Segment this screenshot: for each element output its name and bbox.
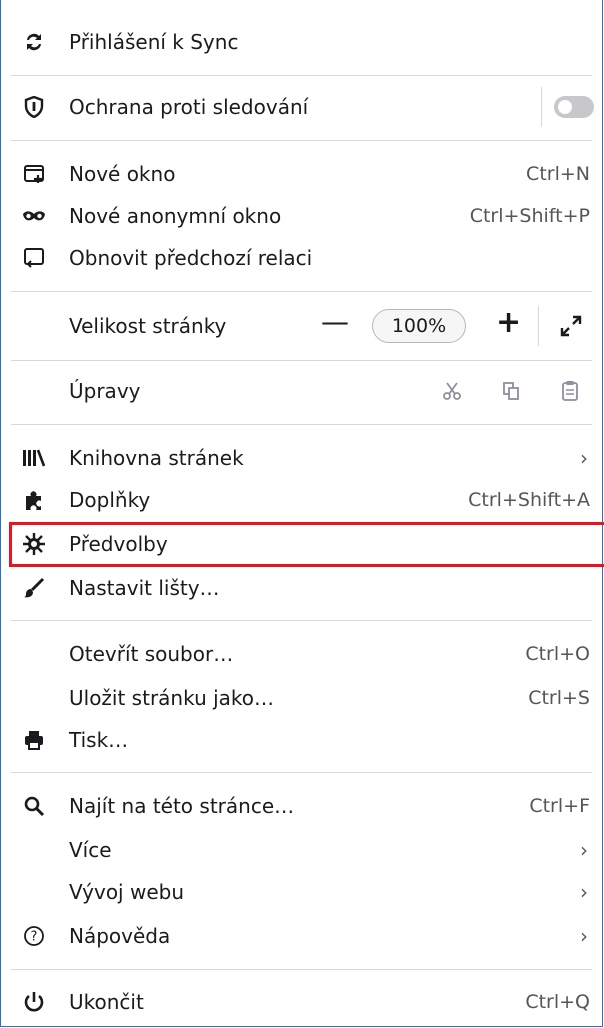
menu-item-customize[interactable]: Nastavit lišty… <box>1 566 602 610</box>
menu-item-private-window[interactable]: Nové anonymní okno Ctrl+Shift+P <box>1 194 602 238</box>
sync-icon <box>21 29 47 55</box>
power-icon <box>21 989 47 1015</box>
separator <box>11 140 592 141</box>
separator <box>11 360 592 361</box>
shortcut-text: Ctrl+Shift+P <box>469 205 590 227</box>
menu-label: Ochrana proti sledování <box>69 95 309 119</box>
shortcut-text: Ctrl+Shift+A <box>468 489 590 511</box>
menu-item-new-window[interactable]: Nové okno Ctrl+N <box>1 152 602 196</box>
shortcut-text: Ctrl+Q <box>525 991 590 1013</box>
menu-item-quit[interactable]: Ukončit Ctrl+Q <box>1 980 602 1024</box>
zoom-in-button[interactable]: + <box>496 308 521 338</box>
menu-item-tracking-protection[interactable]: Ochrana proti sledování <box>1 85 602 129</box>
chevron-right-icon: › <box>580 446 588 470</box>
chevron-right-icon: › <box>580 880 588 904</box>
shortcut-text: Ctrl+N <box>526 163 590 185</box>
menu-label: Nové okno <box>69 162 176 186</box>
zoom-reset-button[interactable]: 100% <box>372 309 466 343</box>
search-icon <box>21 793 47 819</box>
menu-label: Vývoj webu <box>69 880 184 904</box>
zoom-out-button[interactable]: — <box>321 308 349 336</box>
menu-item-zoom: Velikost stránky — 100% + <box>1 304 602 348</box>
scissors-icon <box>443 382 461 400</box>
menu-label: Tisk… <box>69 728 129 752</box>
printer-icon <box>21 727 47 753</box>
menu-item-find[interactable]: Najít na této stránce… Ctrl+F <box>1 784 602 828</box>
copy-button[interactable] <box>500 379 522 403</box>
menu-item-web-dev[interactable]: Vývoj webu › <box>1 870 602 914</box>
cut-button[interactable] <box>441 379 463 403</box>
app-menu-panel: Přihlášení k Sync Ochrana proti sledován… <box>0 0 604 1027</box>
menu-item-help[interactable]: ? Nápověda › <box>1 914 602 958</box>
separator <box>11 969 592 970</box>
new-window-icon <box>21 161 47 187</box>
shortcut-text: Ctrl+O <box>525 643 590 665</box>
menu-item-addons[interactable]: Doplňky Ctrl+Shift+A <box>1 478 602 522</box>
restore-session-icon <box>21 245 47 271</box>
separator <box>11 620 592 621</box>
highlight-box <box>9 522 604 567</box>
menu-item-open-file[interactable]: Otevřít soubor… Ctrl+O <box>1 632 602 676</box>
paste-button[interactable] <box>559 379 581 403</box>
menu-item-edit: Úpravy <box>1 369 602 413</box>
menu-item-more[interactable]: Více › <box>1 828 602 872</box>
separator <box>11 424 592 425</box>
menu-label: Ukončit <box>69 990 144 1014</box>
menu-label: Obnovit předchozí relaci <box>69 246 313 270</box>
menu-label: Nové anonymní okno <box>69 204 282 228</box>
menu-item-save-page[interactable]: Uložit stránku jako… Ctrl+S <box>1 676 602 720</box>
tracking-toggle[interactable] <box>554 96 594 118</box>
menu-item-restore-session[interactable]: Obnovit předchozí relaci <box>1 236 602 280</box>
copy-icon <box>503 382 519 400</box>
menu-item-print[interactable]: Tisk… <box>1 718 602 762</box>
separator <box>11 291 592 292</box>
chevron-right-icon: › <box>580 838 588 862</box>
menu-label: Nápověda <box>69 924 171 948</box>
menu-label: Otevřít soubor… <box>69 642 234 666</box>
divider <box>541 87 542 127</box>
help-icon: ? <box>21 923 47 949</box>
menu-label: Více <box>69 838 112 862</box>
separator <box>11 75 592 76</box>
svg-text:?: ? <box>31 930 38 945</box>
menu-label: Nastavit lišty… <box>69 576 220 600</box>
menu-item-sync[interactable]: Přihlášení k Sync <box>1 20 602 64</box>
shortcut-text: Ctrl+S <box>528 687 590 709</box>
library-icon <box>21 445 47 471</box>
divider <box>538 306 539 346</box>
menu-label: Přihlášení k Sync <box>69 30 239 54</box>
menu-label: Doplňky <box>69 488 151 512</box>
shield-icon <box>21 94 47 120</box>
chevron-right-icon: › <box>580 924 588 948</box>
menu-label: Knihovna stránek <box>69 446 244 470</box>
brush-icon <box>21 575 47 601</box>
shortcut-text: Ctrl+F <box>529 795 590 817</box>
puzzle-icon <box>21 487 47 513</box>
separator <box>11 772 592 773</box>
expand-icon <box>560 315 582 337</box>
menu-label: Velikost stránky <box>69 314 227 338</box>
menu-label: Úpravy <box>69 379 141 403</box>
mask-icon <box>21 203 47 229</box>
fullscreen-button[interactable] <box>559 314 583 342</box>
clipboard-icon <box>562 381 578 401</box>
menu-item-library[interactable]: Knihovna stránek › <box>1 436 602 480</box>
menu-label: Najít na této stránce… <box>69 794 295 818</box>
menu-label: Uložit stránku jako… <box>69 686 275 710</box>
